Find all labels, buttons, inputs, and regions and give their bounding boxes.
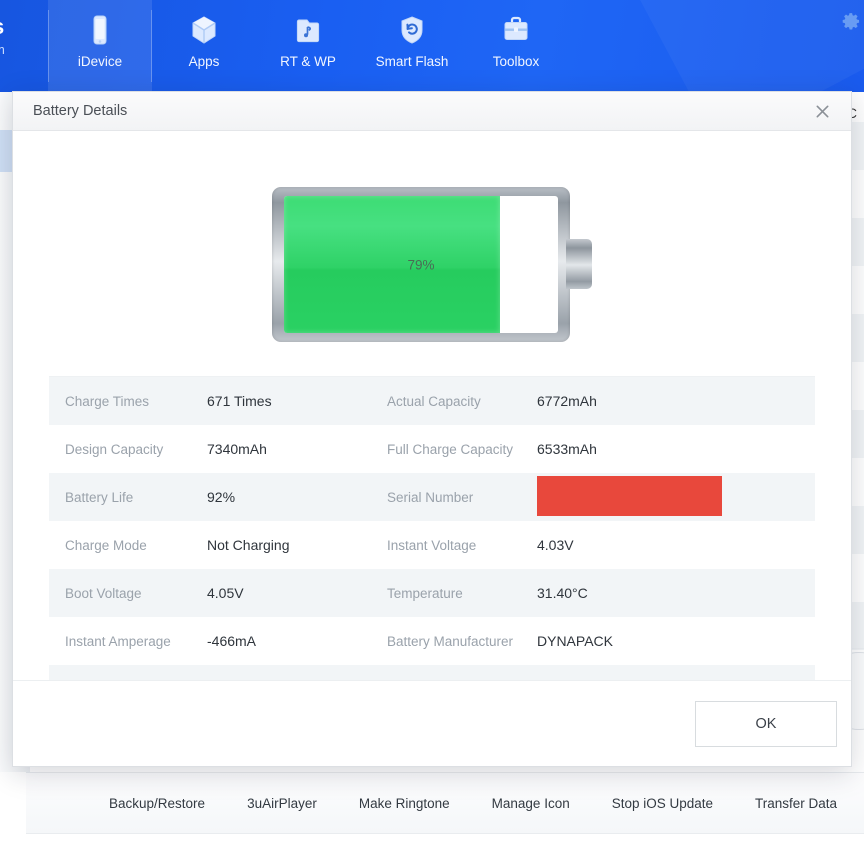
- row-label-boot-voltage: Boot Voltage: [65, 585, 142, 601]
- table-row: Instant Amperage -466mA Battery Manufact…: [49, 617, 815, 665]
- row-value-boot-voltage: 4.05V: [207, 585, 244, 601]
- table-row: Charge Mode Not Charging Instant Voltage…: [49, 521, 815, 569]
- row-value-instant-amperage: -466mA: [207, 633, 257, 649]
- row-label-charge-times: Charge Times: [65, 393, 150, 409]
- brand-text-fragment: s: [0, 14, 5, 40]
- application-window: s m iDevice: [0, 0, 864, 864]
- row-label-battery-life: Battery Life: [65, 489, 134, 505]
- table-row: Charge Times 671 Times Actual Capacity 6…: [49, 377, 815, 425]
- row-value-design-capacity: 7340mAh: [207, 441, 267, 457]
- row-label-serial-number: Serial Number: [387, 489, 474, 505]
- table-row: Design Capacity 7340mAh Full Charge Capa…: [49, 425, 815, 473]
- row-value-battery-manufacturer: DYNAPACK: [537, 633, 613, 649]
- toolbar-item-transfer-data[interactable]: Transfer Data: [734, 796, 858, 811]
- brand-subtitle-fragment: m: [0, 42, 5, 57]
- nav-tab-smart-flash-label: Smart Flash: [375, 54, 449, 69]
- row-value-instant-voltage: 4.03V: [537, 537, 574, 553]
- dialog-title-bar: Battery Details: [13, 92, 851, 131]
- table-row: Battery Life 92% Serial Number: [49, 473, 815, 521]
- row-label-full-charge-capacity: Full Charge Capacity: [387, 441, 514, 457]
- nav-tab-idevice-label: iDevice: [77, 54, 123, 69]
- dialog-footer: OK: [13, 680, 851, 766]
- phone-icon: [83, 13, 117, 47]
- cube-icon: [187, 13, 221, 47]
- row-label-charge-mode: Charge Mode: [65, 537, 147, 553]
- battery-shell: 79%: [272, 187, 570, 342]
- table-row: Boot Voltage 4.05V Temperature 31.40°C: [49, 569, 815, 617]
- nav-tab-toolbox[interactable]: Toolbox: [464, 0, 568, 92]
- row-value-temperature: 31.40°C: [537, 585, 588, 601]
- battery-details-dialog: Battery Details 79% Charge Times 671 Tim…: [12, 91, 852, 767]
- toolbar-item-3uairplayer[interactable]: 3uAirPlayer: [226, 796, 338, 811]
- nav-tab-idevice[interactable]: iDevice: [48, 0, 152, 92]
- row-label-battery-manufacturer: Battery Manufacturer: [387, 633, 514, 649]
- toolbar-item-backup-restore[interactable]: Backup/Restore: [88, 796, 226, 811]
- nav-tab-toolbox-label: Toolbox: [492, 54, 540, 69]
- nav-tab-smart-flash[interactable]: Smart Flash: [360, 0, 464, 92]
- battery-graphic-container: 79%: [13, 187, 851, 342]
- toolbar-item-manage-icon[interactable]: Manage Icon: [471, 796, 591, 811]
- row-value-battery-life: 92%: [207, 489, 236, 505]
- battery-inner: 79%: [284, 196, 558, 333]
- app-footer: V3.18 | Feedba: [26, 834, 864, 864]
- nav-tab-apps-label: Apps: [188, 54, 220, 69]
- row-value-actual-capacity: 6772mAh: [537, 393, 597, 409]
- row-label-instant-voltage: Instant Voltage: [387, 537, 477, 553]
- toolbar-item-make-ringtone[interactable]: Make Ringtone: [338, 796, 471, 811]
- shield-refresh-icon: [395, 13, 429, 47]
- row-label-instant-amperage: Instant Amperage: [65, 633, 171, 649]
- row-label-design-capacity: Design Capacity: [65, 441, 164, 457]
- music-folder-icon: [291, 13, 325, 47]
- nav-tab-rt-wp[interactable]: RT & WP: [256, 0, 360, 92]
- battery-terminal-nub: [566, 239, 592, 289]
- bottom-toolbar: Backup/Restore 3uAirPlayer Make Ringtone…: [26, 772, 864, 834]
- primary-nav: iDevice Apps RT & WP Smart Flash Toolbox: [48, 0, 568, 92]
- row-value-charge-times: 671 Times: [207, 393, 272, 409]
- toolbar-item-custom[interactable]: Cust: [858, 796, 864, 811]
- nav-tab-rt-wp-label: RT & WP: [280, 54, 336, 69]
- row-label-actual-capacity: Actual Capacity: [387, 393, 481, 409]
- row-label-temperature: Temperature: [387, 585, 463, 601]
- toolbar-item-stop-ios-update[interactable]: Stop iOS Update: [591, 796, 734, 811]
- battery-details-table: Charge Times 671 Times Actual Capacity 6…: [49, 376, 815, 680]
- serial-number-redaction: [537, 475, 722, 516]
- row-value-full-charge-capacity: 6533mAh: [537, 441, 597, 457]
- table-row: Production Date 06/25/2015: [49, 665, 815, 680]
- dialog-title: Battery Details: [33, 103, 128, 119]
- row-value-serial-number: [537, 475, 722, 519]
- dialog-content: 79% Charge Times 671 Times Actual Capaci…: [13, 131, 851, 680]
- briefcase-icon: [499, 13, 533, 47]
- gear-icon[interactable]: [838, 8, 862, 37]
- ok-button[interactable]: OK: [695, 701, 837, 747]
- battery-percent-label: 79%: [407, 257, 435, 272]
- close-icon[interactable]: [807, 96, 837, 126]
- nav-tab-apps[interactable]: Apps: [152, 0, 256, 92]
- app-header: s m iDevice: [0, 0, 864, 92]
- row-value-charge-mode: Not Charging: [207, 537, 290, 553]
- battery-graphic: 79%: [272, 187, 592, 342]
